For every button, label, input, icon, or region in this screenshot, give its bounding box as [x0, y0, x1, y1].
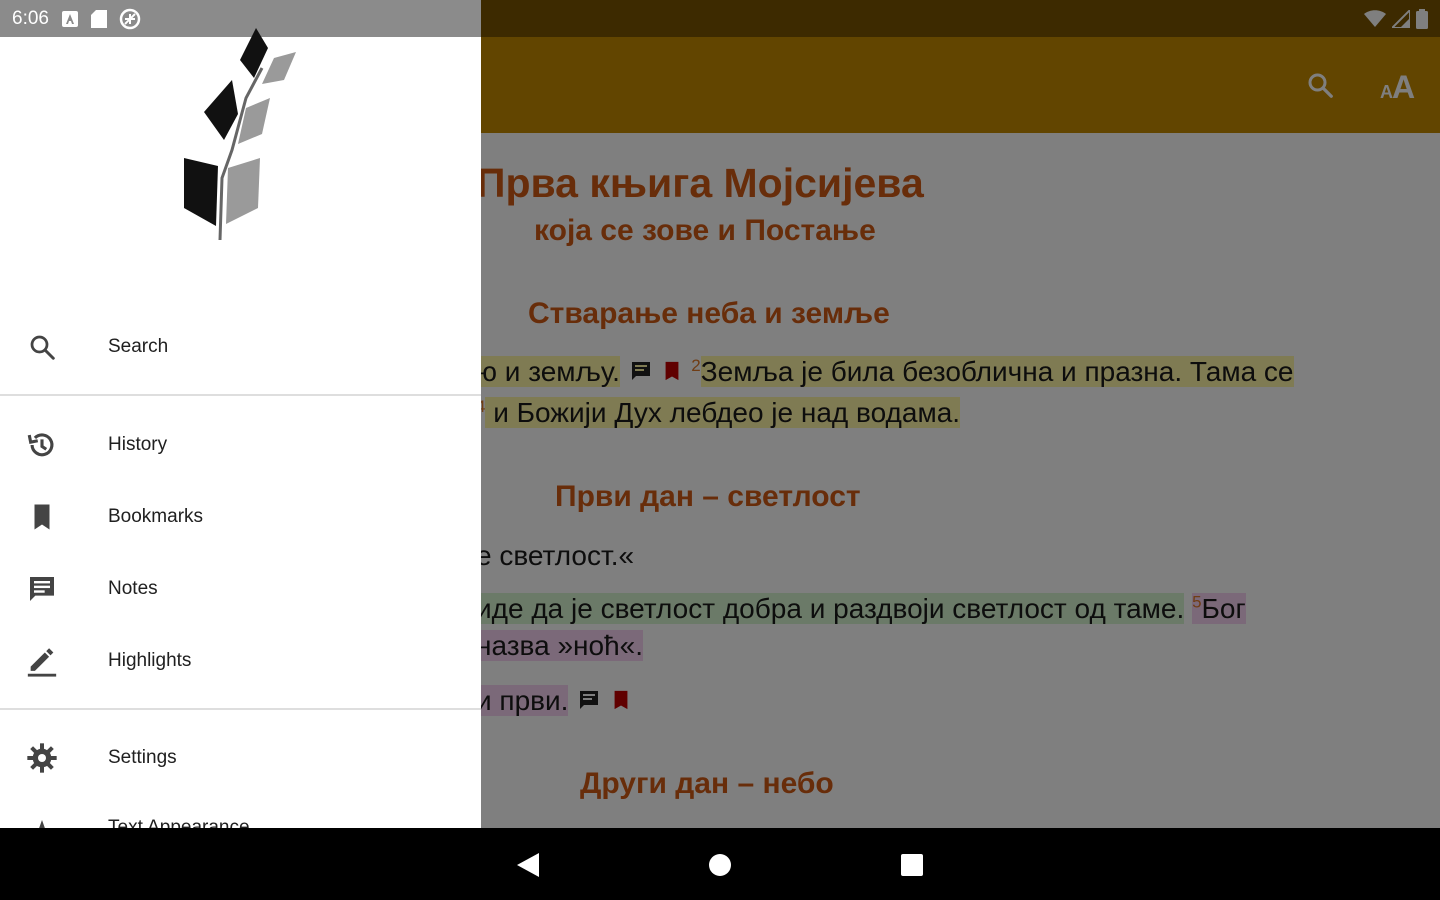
nav-item-label: Highlights	[108, 650, 192, 671]
gear-icon	[24, 740, 60, 776]
drawer-divider	[0, 708, 481, 710]
nav-item-text-appearance[interactable]: Text Appearance	[0, 800, 481, 828]
home-icon[interactable]	[697, 842, 743, 888]
keyboard-notification-icon	[61, 11, 78, 27]
nav-item-label: Bookmarks	[108, 506, 204, 527]
navigation-drawer: 6:06 Search History Bookmarks Notes High…	[0, 0, 481, 828]
text-size-icon	[24, 810, 60, 828]
note-icon	[24, 571, 60, 607]
recents-icon[interactable]	[889, 842, 935, 888]
nav-item-history[interactable]: History	[0, 417, 481, 473]
highlight-pen-icon	[24, 643, 60, 679]
search-icon	[24, 329, 60, 365]
nav-item-notes[interactable]: Notes	[0, 561, 481, 617]
nav-item-label: History	[108, 434, 168, 455]
status-time: 6:06	[12, 8, 49, 29]
back-icon[interactable]	[505, 842, 551, 888]
bookmark-icon	[24, 499, 60, 535]
nav-item-label: Notes	[108, 578, 158, 599]
nav-item-search[interactable]: Search	[0, 319, 481, 375]
nav-item-label: Search	[108, 336, 169, 357]
drawer-divider	[0, 394, 481, 396]
system-navigation-bar	[0, 828, 1440, 900]
history-icon	[24, 427, 60, 463]
data-saver-icon	[119, 8, 141, 30]
sd-card-icon	[90, 10, 107, 28]
nav-item-label: Text Appearance	[108, 817, 250, 828]
nav-item-bookmarks[interactable]: Bookmarks	[0, 489, 481, 545]
nav-item-highlights[interactable]: Highlights	[0, 633, 481, 689]
wheat-logo-icon	[184, 28, 296, 241]
nav-item-settings[interactable]: Settings	[0, 730, 481, 786]
nav-item-label: Settings	[108, 747, 177, 768]
